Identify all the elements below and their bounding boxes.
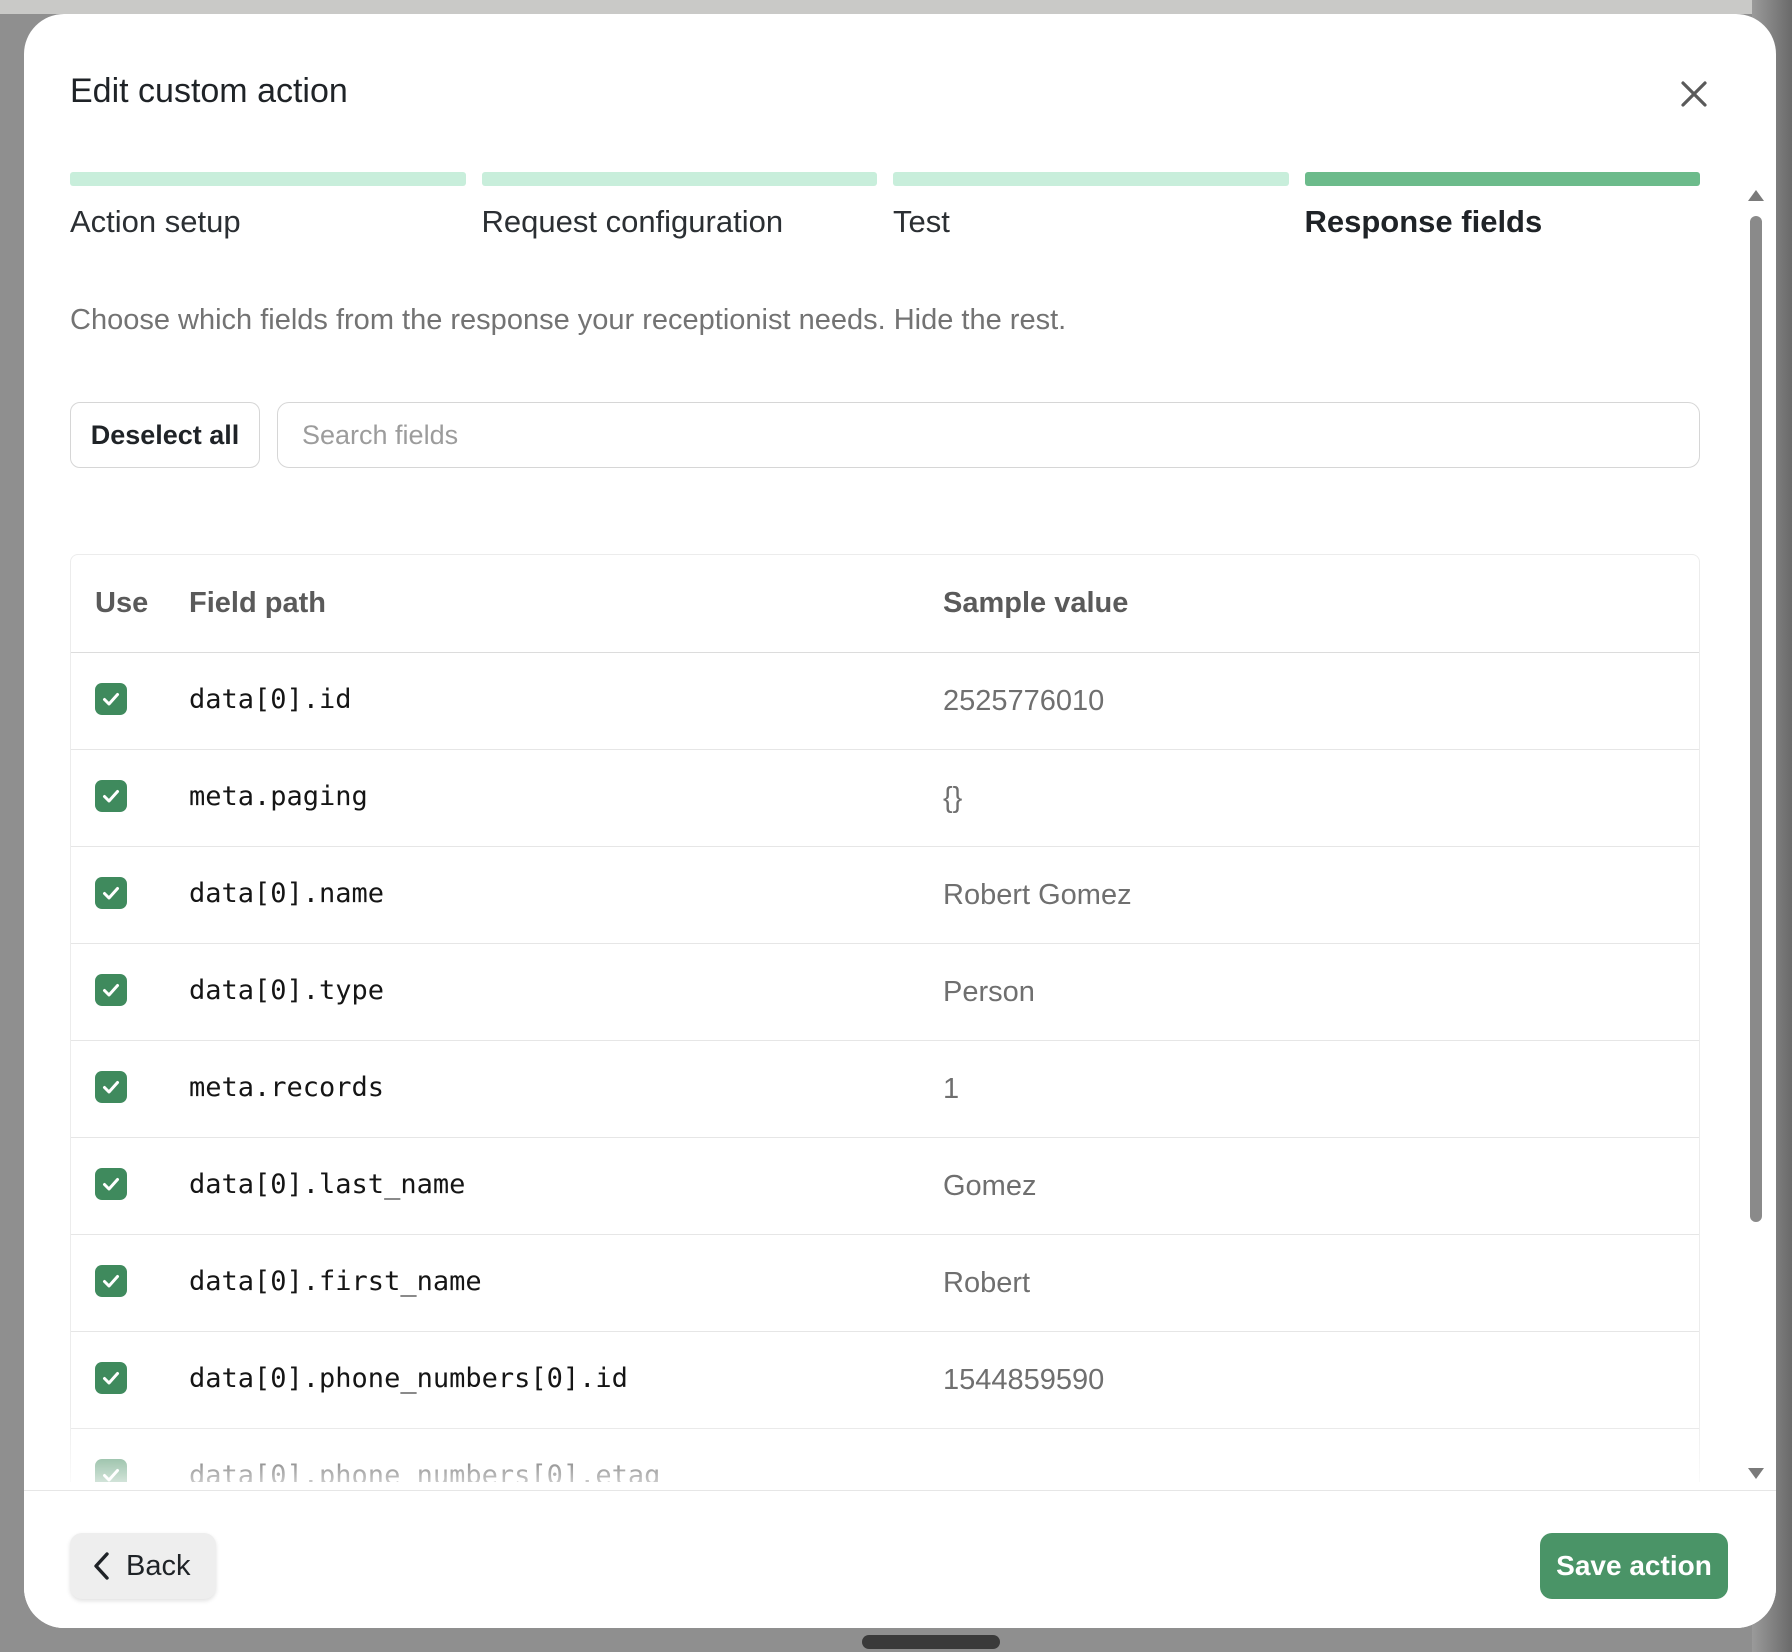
step-progress-bar [893, 172, 1289, 186]
scroll-up-arrow-icon[interactable] [1748, 190, 1764, 201]
use-cell [71, 1459, 189, 1482]
step-progress-bar [70, 172, 466, 186]
sample-value: Robert [943, 1266, 1031, 1299]
edit-custom-action-modal: Edit custom action Action setup Request … [24, 14, 1776, 1628]
step-label: Request configuration [481, 204, 784, 239]
back-button-label: Back [126, 1549, 191, 1582]
redacted-value [988, 1457, 1568, 1491]
scrollbar-thumb[interactable] [1750, 216, 1762, 1222]
check-icon [103, 1081, 119, 1094]
sample-value: Gomez [943, 1169, 1037, 1202]
check-icon [103, 1372, 119, 1385]
use-cell [71, 780, 189, 812]
use-checkbox[interactable] [95, 780, 127, 812]
use-checkbox[interactable] [95, 1362, 127, 1394]
column-header-sample-value: Sample value [943, 587, 1129, 619]
close-icon [1681, 81, 1707, 107]
sample-value: Person [943, 975, 1035, 1008]
use-checkbox[interactable] [95, 877, 127, 909]
field-path: data[0].last_name [189, 1168, 466, 1200]
field-path: data[0].name [189, 877, 385, 909]
scrollbar[interactable] [1746, 174, 1766, 1484]
table-row: meta.records 1 [71, 1041, 1699, 1138]
field-path: data[0].phone_numbers[0].id [189, 1362, 628, 1394]
field-path: meta.paging [189, 780, 368, 812]
step-response-fields[interactable]: Response fields [1304, 172, 1700, 242]
use-cell [71, 683, 189, 715]
field-path: data[0].phone_numbers[0].etag [189, 1459, 661, 1483]
modal-title: Edit custom action [70, 72, 348, 110]
field-path: data[0].id [189, 683, 352, 715]
check-icon [103, 693, 119, 706]
table-row: meta.paging {} [71, 750, 1699, 847]
use-cell [71, 1168, 189, 1200]
table-row: data[0].id 2525776010 [71, 653, 1699, 750]
sample-value: {} [943, 781, 963, 814]
use-cell [71, 1071, 189, 1103]
table-row: data[0].type Person [71, 944, 1699, 1041]
step-label: Action setup [70, 204, 241, 239]
check-icon [103, 887, 119, 900]
check-icon [103, 790, 119, 803]
table-row: data[0].last_name Gomez [71, 1138, 1699, 1235]
check-icon [103, 1469, 119, 1482]
column-header-field-path: Field path [189, 587, 326, 619]
step-progress-bar [481, 172, 877, 186]
stepper: Action setup Request configuration Test … [70, 172, 1700, 242]
check-icon [103, 1275, 119, 1288]
use-checkbox[interactable] [95, 1071, 127, 1103]
use-checkbox[interactable] [95, 1265, 127, 1297]
use-checkbox[interactable] [95, 974, 127, 1006]
close-button[interactable] [1672, 72, 1716, 116]
search-fields-input[interactable] [277, 402, 1700, 468]
use-cell [71, 1362, 189, 1394]
sample-value: 2525776010 [943, 684, 1105, 717]
use-checkbox[interactable] [95, 683, 127, 715]
table-header: Use Field path Sample value [71, 555, 1699, 653]
response-fields-table: Use Field path Sample value data[0].id 25… [70, 554, 1700, 1482]
back-button[interactable]: Back [70, 1533, 216, 1599]
home-indicator [862, 1635, 1000, 1649]
use-cell [71, 877, 189, 909]
table-row: data[0].first_name Robert [71, 1235, 1699, 1332]
use-cell [71, 1265, 189, 1297]
step-action-setup[interactable]: Action setup [70, 172, 466, 242]
save-action-button[interactable]: Save action [1540, 1533, 1728, 1599]
sample-value: Robert Gomez [943, 878, 1132, 911]
field-path: meta.records [189, 1071, 385, 1103]
use-cell [71, 974, 189, 1006]
check-icon [103, 984, 119, 997]
step-label: Response fields [1304, 204, 1543, 239]
field-path: data[0].first_name [189, 1265, 482, 1297]
sample-value: 1 [943, 1072, 960, 1105]
step-request-configuration[interactable]: Request configuration [481, 172, 877, 242]
column-header-use: Use [95, 587, 149, 619]
chevron-left-icon [94, 1552, 109, 1580]
table-body: data[0].id 2525776010 meta.paging {} data[0]… [71, 653, 1699, 1482]
table-row: data[0].phone_numbers[0].id 1544859590 [71, 1332, 1699, 1429]
field-path: data[0].type [189, 974, 385, 1006]
step-description: Choose which fields from the response yo… [70, 304, 1067, 336]
backdrop-top [0, 0, 1792, 14]
table-row: data[0].name Robert Gomez [71, 847, 1699, 944]
step-label: Test [893, 204, 950, 239]
scroll-down-arrow-icon[interactable] [1748, 1468, 1764, 1479]
sample-value: 1544859590 [943, 1363, 1105, 1396]
use-checkbox[interactable] [95, 1459, 127, 1482]
check-icon [103, 1178, 119, 1191]
deselect-all-button[interactable]: Deselect all [70, 402, 260, 468]
step-test[interactable]: Test [893, 172, 1289, 242]
modal-footer: Back Save action [24, 1490, 1776, 1628]
step-progress-bar [1304, 172, 1700, 186]
use-checkbox[interactable] [95, 1168, 127, 1200]
